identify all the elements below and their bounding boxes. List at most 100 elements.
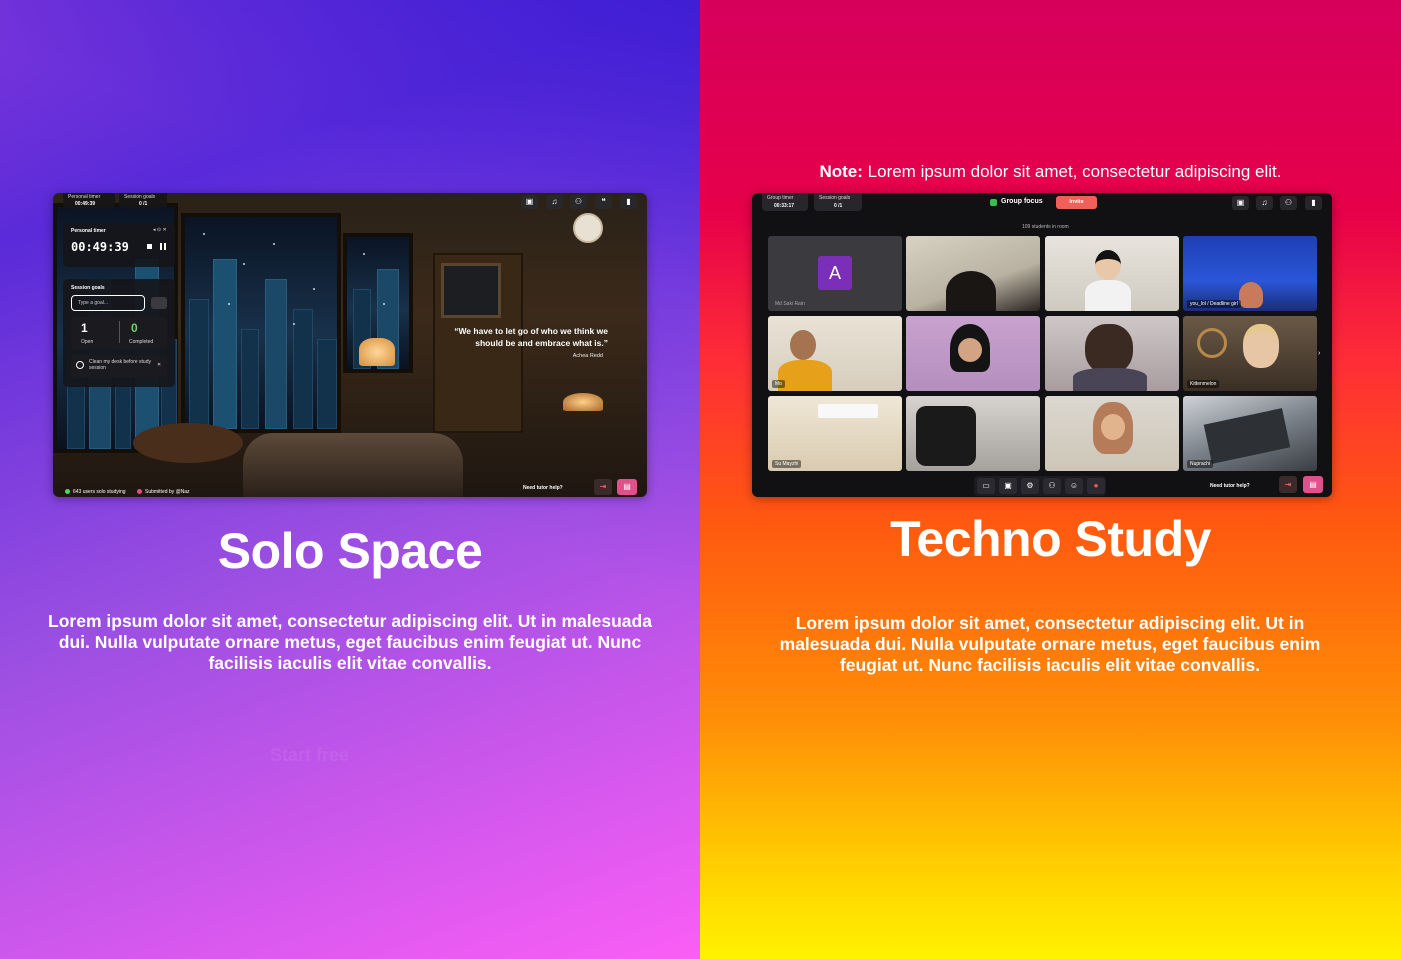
techno-study-title: Techno Study bbox=[890, 511, 1211, 567]
person-face bbox=[1243, 324, 1279, 368]
camera-icon[interactable]: ▭ bbox=[977, 478, 995, 494]
chat-icon[interactable]: ▤ bbox=[617, 479, 637, 495]
goal-input[interactable]: Type a goal... bbox=[71, 295, 145, 311]
note-body: Lorem ipsum dolor sit amet, consectetur … bbox=[867, 162, 1282, 181]
goal-item[interactable]: Clean my desk before study session ✕ bbox=[71, 355, 167, 377]
stop-icon[interactable] bbox=[147, 244, 152, 249]
goals-card-title: Session goals bbox=[71, 285, 105, 291]
goal-checkbox-icon[interactable] bbox=[76, 361, 84, 369]
session-goals-pill-value: 0 /1 bbox=[139, 201, 148, 207]
desk-lamp bbox=[563, 393, 603, 411]
stats-icon[interactable]: ▮ bbox=[620, 195, 637, 209]
video-tile[interactable] bbox=[1045, 396, 1179, 471]
goal-stats: 1 Open 0 Completed bbox=[71, 317, 167, 349]
city-window-center bbox=[181, 213, 341, 433]
reactions-icon[interactable]: ☺ bbox=[1065, 478, 1083, 494]
video-tile[interactable]: Kittenmelon bbox=[1183, 316, 1317, 391]
note-text: Note: Lorem ipsum dolor sit amet, consec… bbox=[700, 162, 1401, 182]
techno-stats-icon[interactable]: ▮ bbox=[1305, 196, 1322, 210]
submitted-by: Submitted by @Naz bbox=[145, 489, 190, 495]
session-goals-card: Session goals Type a goal... 1 Open 0 Co… bbox=[63, 279, 175, 387]
video-tile[interactable] bbox=[1045, 316, 1179, 391]
open-count: 1 bbox=[81, 321, 88, 335]
techno-chat-icon[interactable]: ▤ bbox=[1303, 476, 1323, 493]
background-icon[interactable]: ▣ bbox=[521, 195, 538, 209]
personal-timer-card: Personal timer 00:49:39 ◂ ⊙ ✕ bbox=[63, 223, 175, 267]
tutor-help-link[interactable]: Need tutor help? bbox=[523, 485, 563, 491]
tile-name: Mo bbox=[772, 380, 785, 388]
video-tile[interactable] bbox=[1045, 236, 1179, 311]
mic-off-icon[interactable]: ● bbox=[1087, 478, 1105, 494]
submitted-dot-icon bbox=[137, 489, 142, 494]
avatar: A bbox=[818, 256, 852, 290]
goal-item-text: Clean my desk before study session bbox=[89, 359, 151, 371]
quote-icon[interactable]: ❝ bbox=[595, 195, 612, 209]
office-chair bbox=[916, 406, 976, 466]
personal-timer-pill[interactable]: Personal timer 00:49:39 bbox=[63, 193, 115, 209]
music-icon[interactable]: ♫ bbox=[546, 195, 563, 209]
person-face bbox=[1095, 250, 1121, 280]
video-tile[interactable]: you_lol / Deadline girl bbox=[1183, 236, 1317, 311]
leave-icon[interactable]: ⇥ bbox=[594, 479, 612, 495]
ghost-cta-text: Start free bbox=[270, 745, 350, 765]
room-title: Group focus bbox=[1001, 198, 1043, 205]
table bbox=[133, 423, 243, 463]
person-face bbox=[1085, 324, 1133, 374]
person-body bbox=[1085, 280, 1131, 311]
desk-surface bbox=[1203, 408, 1291, 464]
person-face bbox=[1239, 282, 1263, 308]
group-icon bbox=[990, 199, 997, 206]
remove-goal-icon[interactable]: ✕ bbox=[157, 362, 161, 368]
techno-goals-label: Session goals bbox=[819, 195, 851, 201]
tile-name: you_lol / Deadline girl bbox=[1187, 300, 1241, 308]
techno-background-icon[interactable]: ▣ bbox=[1232, 196, 1249, 210]
open-label: Open bbox=[81, 339, 94, 345]
techno-music-icon[interactable]: ♫ bbox=[1256, 196, 1273, 210]
video-tile[interactable]: Su Mayzhi bbox=[768, 396, 902, 471]
video-tile[interactable]: Nuprachi bbox=[1183, 396, 1317, 471]
group-timer-pill[interactable]: Group timer 00:33:17 bbox=[762, 193, 808, 211]
techno-leave-icon[interactable]: ⇥ bbox=[1279, 476, 1297, 493]
tile-name: Su Mayzhi bbox=[772, 460, 802, 468]
solo-space-description: Lorem ipsum dolor sit amet, consectetur … bbox=[48, 611, 652, 673]
stats-divider bbox=[119, 321, 120, 343]
video-tile[interactable] bbox=[906, 316, 1040, 391]
tile-name: Kittenmelon bbox=[1187, 380, 1220, 388]
solo-space-panel: Personal timer 00:49:39 Session goals 0 … bbox=[0, 0, 700, 959]
group-timer-label: Group timer bbox=[767, 195, 794, 201]
video-tile[interactable]: A Md Saki Rain bbox=[768, 236, 902, 311]
completed-count: 0 bbox=[131, 321, 138, 335]
person-body bbox=[778, 360, 832, 391]
air-conditioner bbox=[818, 404, 878, 418]
effects-icon[interactable]: ⚙ bbox=[1021, 478, 1039, 494]
invite-label: Invite bbox=[1069, 199, 1084, 205]
techno-focus-icon[interactable]: ⚇ bbox=[1280, 196, 1297, 210]
invite-button[interactable]: Invite bbox=[1056, 196, 1097, 209]
volume-icon[interactable]: ◂ ⊙ ✕ bbox=[153, 227, 167, 233]
video-tile[interactable] bbox=[906, 396, 1040, 471]
focus-mode-icon[interactable]: ⚇ bbox=[570, 195, 587, 209]
students-in-room: 109 students in room bbox=[1022, 224, 1069, 230]
completed-label: Completed bbox=[129, 339, 154, 345]
session-goals-pill[interactable]: Session goals 0 /1 bbox=[119, 193, 167, 209]
wall-mirror bbox=[1197, 328, 1227, 358]
video-tile[interactable]: Mo bbox=[768, 316, 902, 391]
personal-timer-pill-label: Personal timer bbox=[68, 194, 101, 200]
person-face bbox=[1101, 414, 1125, 440]
next-page-icon[interactable]: › bbox=[1318, 350, 1320, 357]
pause-icon[interactable] bbox=[160, 243, 166, 250]
techno-goals-value: 0 /1 bbox=[834, 203, 843, 209]
techno-tutor-help-link[interactable]: Need tutor help? bbox=[1210, 483, 1250, 489]
screen-share-icon[interactable]: ▣ bbox=[999, 478, 1017, 494]
tile-name: Md Saki Rain bbox=[775, 301, 805, 307]
personal-timer-pill-value: 00:49:39 bbox=[75, 201, 96, 207]
participants-icon[interactable]: ⚇ bbox=[1043, 478, 1061, 494]
techno-session-goals-pill[interactable]: Session goals 0 /1 bbox=[814, 193, 862, 211]
person-face bbox=[958, 338, 982, 362]
video-tile[interactable] bbox=[906, 236, 1040, 311]
wall-frame bbox=[441, 263, 501, 318]
solo-space-title: Solo Space bbox=[217, 523, 483, 579]
add-goal-button[interactable] bbox=[151, 297, 167, 309]
online-dot-icon bbox=[65, 489, 70, 494]
quote-author: Achea Redd bbox=[572, 353, 603, 359]
